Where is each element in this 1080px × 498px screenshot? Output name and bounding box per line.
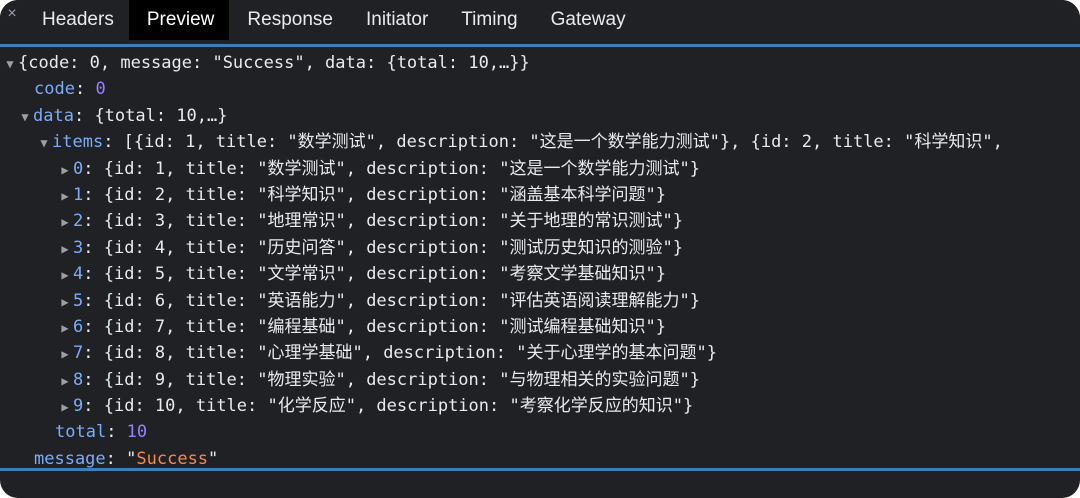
item-summary: {id: 6, title: "英语能力", description: "评估英… <box>103 290 700 311</box>
item-summary: {id: 10, title: "化学反应", description: "考察… <box>103 396 694 417</box>
item-summary: {id: 7, title: "编程基础", description: "测试编… <box>103 316 666 337</box>
triangle-right-icon[interactable]: ▶ <box>57 209 73 234</box>
triangle-right-icon[interactable]: ▶ <box>57 262 73 287</box>
list-item[interactable]: ▶ 0: {id: 1, title: "数学测试", description: … <box>0 156 1080 182</box>
tree-total-row: total: 10 <box>55 422 148 443</box>
items-key: items <box>52 132 104 153</box>
item-index: 8 <box>73 369 84 390</box>
total-value: 10 <box>126 422 148 443</box>
code-key: code <box>34 79 75 100</box>
items-list: ▶ 0: {id: 1, title: "数学测试", description: … <box>0 156 1080 420</box>
close-icon[interactable]: × <box>0 0 24 40</box>
list-item[interactable]: ▶ 6: {id: 7, title: "编程基础", description: … <box>0 314 1080 340</box>
item-index: 3 <box>73 237 84 258</box>
item-summary: {id: 9, title: "物理实验", description: "与物理… <box>103 369 700 390</box>
tab-response[interactable]: Response <box>229 0 348 40</box>
list-item[interactable]: ▶ 3: {id: 4, title: "历史问答", description: … <box>0 235 1080 261</box>
triangle-right-icon[interactable]: ▶ <box>57 341 73 366</box>
triangle-down-icon[interactable]: ▼ <box>17 104 33 129</box>
item-index: 4 <box>73 264 84 285</box>
item-summary: {id: 2, title: "科学知识", description: "涵盖基… <box>103 184 666 205</box>
list-item[interactable]: ▶ 4: {id: 5, title: "文学常识", description: … <box>0 261 1080 287</box>
message-key: message <box>34 448 106 469</box>
tab-headers[interactable]: Headers <box>24 0 129 40</box>
tab-timing[interactable]: Timing <box>443 0 532 40</box>
triangle-down-icon[interactable]: ▼ <box>2 51 18 76</box>
item-index: 5 <box>73 290 84 311</box>
item-summary: {id: 4, title: "历史问答", description: "测试历… <box>103 237 683 258</box>
devtools-network-preview-panel: × Headers Preview Response Initiator Tim… <box>0 0 1080 498</box>
triangle-right-icon[interactable]: ▶ <box>57 394 73 419</box>
tab-bar: × Headers Preview Response Initiator Tim… <box>0 0 1080 40</box>
total-key: total <box>55 422 107 443</box>
triangle-down-icon[interactable]: ▼ <box>36 130 52 155</box>
triangle-right-icon[interactable]: ▶ <box>57 157 73 182</box>
items-summary: [{id: 1, title: "数学测试", description: "这是… <box>123 132 1003 153</box>
triangle-right-icon[interactable]: ▶ <box>57 289 73 314</box>
triangle-right-icon[interactable]: ▶ <box>57 183 73 208</box>
data-key: data <box>33 105 74 126</box>
list-item[interactable]: ▶ 8: {id: 9, title: "物理实验", description: … <box>0 367 1080 393</box>
tab-preview[interactable]: Preview <box>128 0 230 40</box>
item-index: 1 <box>73 184 84 205</box>
tree-items-row[interactable]: ▼ items: [{id: 1, title: "数学测试", descript… <box>0 129 1080 155</box>
list-item[interactable]: ▶ 5: {id: 6, title: "英语能力", description: … <box>0 288 1080 314</box>
item-index: 7 <box>73 343 84 364</box>
item-index: 2 <box>73 211 84 232</box>
tab-initiator[interactable]: Initiator <box>348 0 443 40</box>
tree-data-row[interactable]: ▼ data: {total: 10,…} <box>0 103 1080 129</box>
triangle-right-icon[interactable]: ▶ <box>57 315 73 340</box>
data-summary: {total: 10,…} <box>94 105 228 126</box>
tab-gateway[interactable]: Gateway <box>533 0 641 40</box>
list-item[interactable]: ▶ 1: {id: 2, title: "科学知识", description: … <box>0 182 1080 208</box>
list-item[interactable]: ▶ 7: {id: 8, title: "心理学基础", description:… <box>0 340 1080 366</box>
item-summary: {id: 1, title: "数学测试", description: "这是一… <box>103 158 700 179</box>
tree-code-row: code: 0 <box>34 79 106 100</box>
triangle-right-icon[interactable]: ▶ <box>57 368 73 393</box>
item-summary: {id: 8, title: "心理学基础", description: "关于… <box>103 343 717 364</box>
item-summary: {id: 5, title: "文学常识", description: "考察文… <box>103 264 666 285</box>
root-summary: {code: 0, message: "Success", data: {tot… <box>18 53 530 73</box>
item-index: 0 <box>73 158 84 179</box>
list-item[interactable]: ▶ 9: {id: 10, title: "化学反应", description:… <box>0 393 1080 419</box>
panel-divider-bottom <box>0 468 1080 471</box>
item-index: 6 <box>73 316 84 337</box>
item-summary: {id: 3, title: "地理常识", description: "关于地… <box>103 211 683 232</box>
list-item[interactable]: ▶ 2: {id: 3, title: "地理常识", description: … <box>0 208 1080 234</box>
code-value: 0 <box>95 79 106 100</box>
panel-divider-top <box>0 44 1080 47</box>
json-preview-tree: ▼ {code: 0, message: "Success", data: {to… <box>0 50 1080 472</box>
item-index: 9 <box>73 396 84 417</box>
triangle-right-icon[interactable]: ▶ <box>57 236 73 261</box>
tree-root-row[interactable]: ▼ {code: 0, message: "Success", data: {to… <box>0 50 1080 76</box>
message-value: Success <box>136 448 209 469</box>
